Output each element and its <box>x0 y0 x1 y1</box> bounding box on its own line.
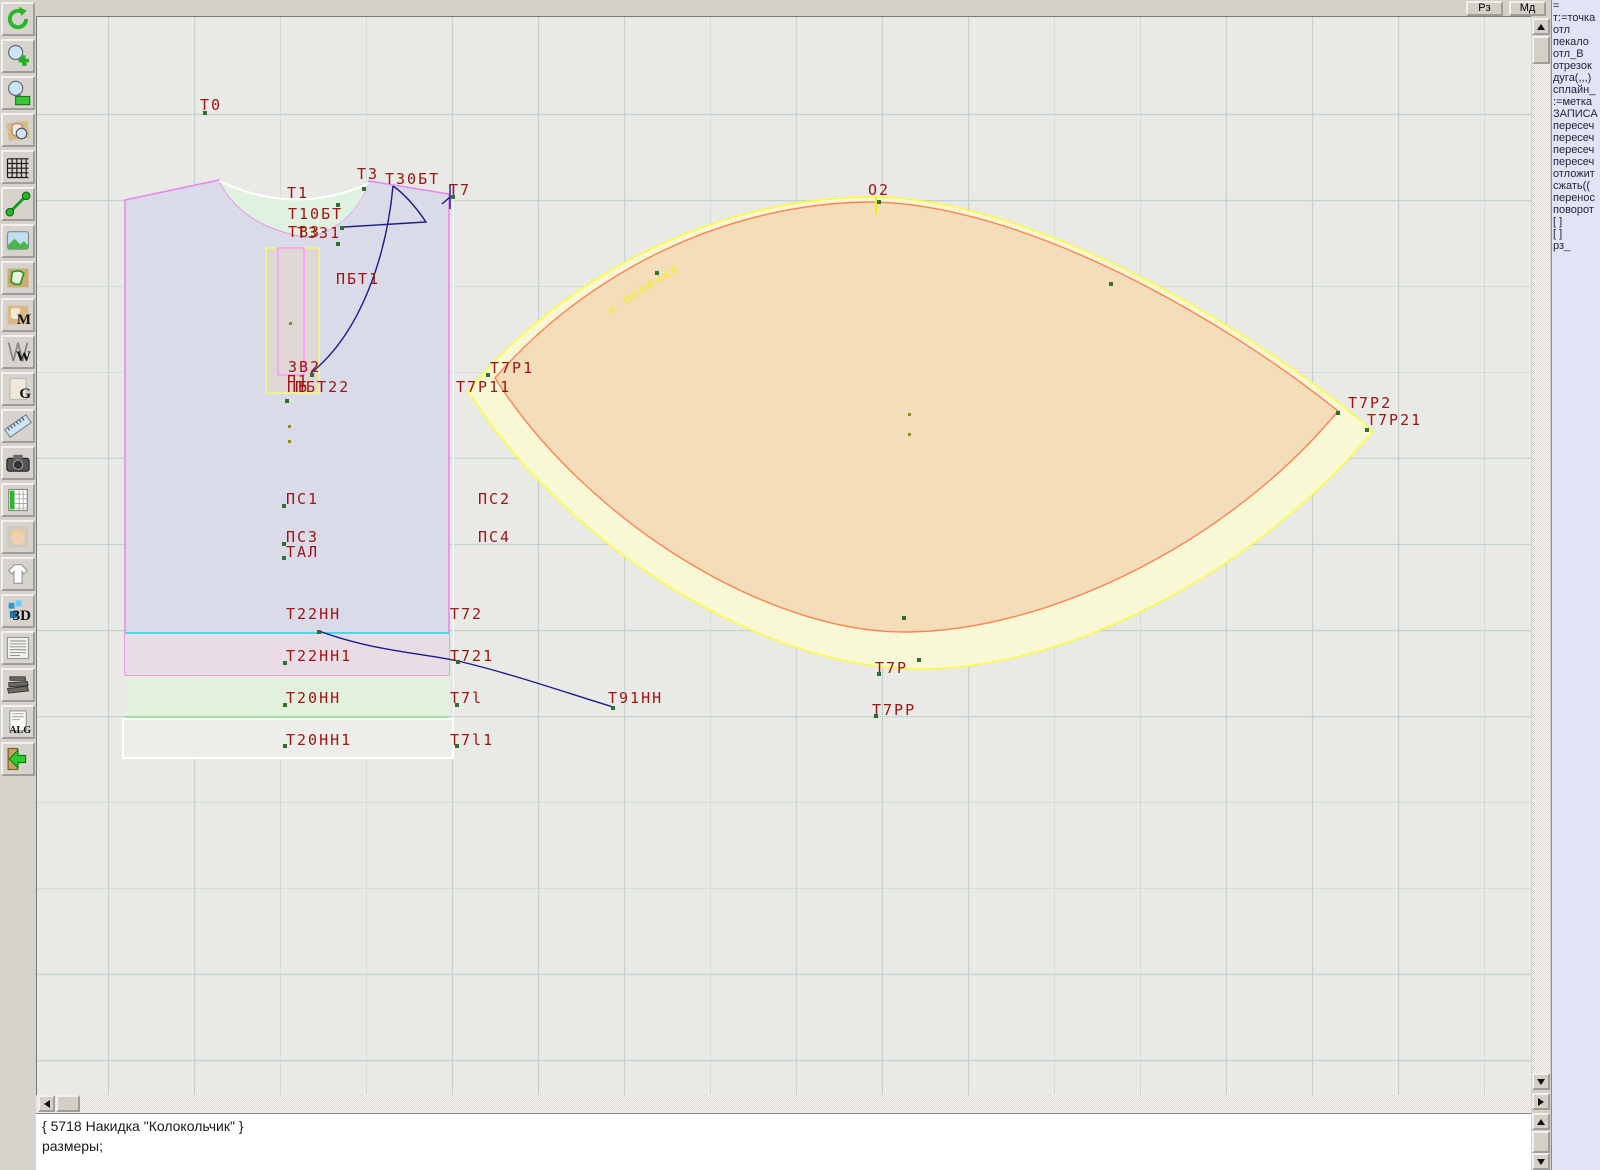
program-text-pane[interactable]: { 5718 Накидка "Колокольчик" } размеры; <box>36 1113 1531 1170</box>
command-item[interactable]: т:=точка <box>1552 12 1600 24</box>
canvas-scroll-down-button[interactable] <box>1532 1073 1550 1090</box>
canvas-vscroll-track[interactable] <box>1532 64 1550 1073</box>
camera-button[interactable] <box>1 446 35 480</box>
md-mode-button[interactable]: Мд <box>1509 1 1546 16</box>
spreadsheet-icon <box>4 486 32 514</box>
command-item[interactable]: :=метка <box>1552 96 1600 108</box>
command-panel: =т:=точкаотлпекалоотл_Вотрезокдуга(,,,)с… <box>1551 0 1600 1170</box>
pattern-piece-button[interactable] <box>1 261 35 295</box>
command-item[interactable]: отрезок <box>1552 60 1600 72</box>
grid-button[interactable] <box>1 150 35 184</box>
command-item[interactable]: отложит <box>1552 168 1600 180</box>
grading-button[interactable]: G <box>1 372 35 406</box>
canvas-scroll-up-button[interactable] <box>1532 18 1550 35</box>
command-item[interactable]: сплайн_ <box>1552 84 1600 96</box>
up-arrow-icon <box>1537 24 1545 30</box>
drawing-canvas[interactable]: Т0Т1Т3Т30БТТ7Т10БТТВЗТ3З1ПБТ1ЗВ2П1ПБПБТ2… <box>36 16 1531 1095</box>
ruler-icon <box>4 412 32 440</box>
canvas-vscroll-thumb[interactable] <box>1532 36 1550 64</box>
view-piece-button[interactable] <box>1 113 35 147</box>
zoom-region-icon <box>4 79 32 107</box>
view-3d-button[interactable]: 3D <box>1 594 35 628</box>
textpane-scroll-up-button[interactable] <box>1532 1113 1550 1130</box>
spreadsheet-button[interactable] <box>1 483 35 517</box>
command-item[interactable]: сжать(( <box>1552 180 1600 192</box>
exit-icon <box>4 745 32 773</box>
model-photo-button[interactable] <box>1 520 35 554</box>
command-item[interactable]: [ ] <box>1552 228 1600 240</box>
measurements-button[interactable]: M <box>1 298 35 332</box>
command-item[interactable]: ЗАПИСА <box>1552 108 1600 120</box>
up-arrow-icon <box>1537 1119 1545 1125</box>
text-list-button[interactable] <box>1 631 35 665</box>
zoom-in-icon <box>4 42 32 70</box>
image-button[interactable] <box>1 224 35 258</box>
text-list-icon <box>4 634 32 662</box>
rz-mode-button[interactable]: Рз <box>1466 1 1503 16</box>
program-text-line1: { 5718 Накидка "Колокольчик" } <box>42 1116 1531 1136</box>
grading-label: G <box>19 386 31 403</box>
command-item[interactable]: = <box>1552 0 1600 12</box>
command-item[interactable]: дуга(,,,) <box>1552 72 1600 84</box>
workspace-label: W <box>16 349 31 366</box>
pattern-piece-icon <box>4 264 32 292</box>
program-text-line2: размеры; <box>42 1136 1531 1156</box>
command-item[interactable]: отл <box>1552 24 1600 36</box>
camera-icon <box>4 449 32 477</box>
view-piece-icon <box>4 116 32 144</box>
textpane-scroll-down-button[interactable] <box>1532 1153 1550 1170</box>
bodice-green-band <box>125 677 449 717</box>
model-photo-icon <box>4 523 32 551</box>
canvas-hscroll-track[interactable] <box>36 1095 1531 1113</box>
pattern-drawing <box>37 17 1531 1095</box>
command-item[interactable]: пересеч <box>1552 132 1600 144</box>
zoom-region-button[interactable] <box>1 76 35 110</box>
garment-icon <box>4 560 32 588</box>
command-item[interactable]: пересеч <box>1552 144 1600 156</box>
down-arrow-icon <box>1537 1159 1545 1165</box>
bodice-pink-band <box>125 633 449 675</box>
command-item[interactable]: пересеч <box>1552 120 1600 132</box>
canvas-scroll-left-button[interactable] <box>38 1095 55 1112</box>
measure-line-icon <box>4 190 32 218</box>
command-item[interactable]: пекало <box>1552 36 1600 48</box>
right-arrow-icon <box>1538 1098 1544 1106</box>
command-item[interactable]: перенос <box>1552 192 1600 204</box>
exit-button[interactable] <box>1 742 35 776</box>
left-arrow-icon <box>44 1100 50 1108</box>
command-item[interactable]: [ ] <box>1552 216 1600 228</box>
command-item[interactable]: пересеч <box>1552 156 1600 168</box>
command-item[interactable]: поворот <box>1552 204 1600 216</box>
grid-icon <box>4 153 32 181</box>
measure-line-button[interactable] <box>1 187 35 221</box>
algorithm-button[interactable]: ALG <box>1 705 35 739</box>
measurements-label: M <box>17 312 31 329</box>
command-item[interactable]: рз_ <box>1552 240 1600 252</box>
undo-refresh-icon <box>4 5 32 33</box>
workspace-button[interactable]: W <box>1 335 35 369</box>
textpane-vscroll-thumb[interactable] <box>1532 1131 1550 1153</box>
left-toolbar: M W G 3D ALG <box>0 0 37 1170</box>
canvas-scroll-right-button[interactable] <box>1532 1093 1550 1110</box>
down-arrow-icon <box>1537 1079 1545 1085</box>
command-item[interactable]: отл_В <box>1552 48 1600 60</box>
pattern-cad-app: { "window": { "mode_buttons": ["Рз", "Мд… <box>0 0 1600 1170</box>
garment-button[interactable] <box>1 557 35 591</box>
dart-yellow-rect <box>266 248 319 393</box>
zoom-in-button[interactable] <box>1 39 35 73</box>
archive-button[interactable] <box>1 668 35 702</box>
canvas-hscroll-thumb[interactable] <box>56 1095 80 1112</box>
algorithm-label: ALG <box>9 725 31 736</box>
bodice-white-band <box>123 719 453 758</box>
top-strip: Рз Мд <box>36 0 1551 16</box>
undo-refresh-button[interactable] <box>1 2 35 36</box>
image-icon <box>4 227 32 255</box>
ruler-button[interactable] <box>1 409 35 443</box>
view-3d-label: 3D <box>13 608 31 625</box>
archive-icon <box>4 671 32 699</box>
